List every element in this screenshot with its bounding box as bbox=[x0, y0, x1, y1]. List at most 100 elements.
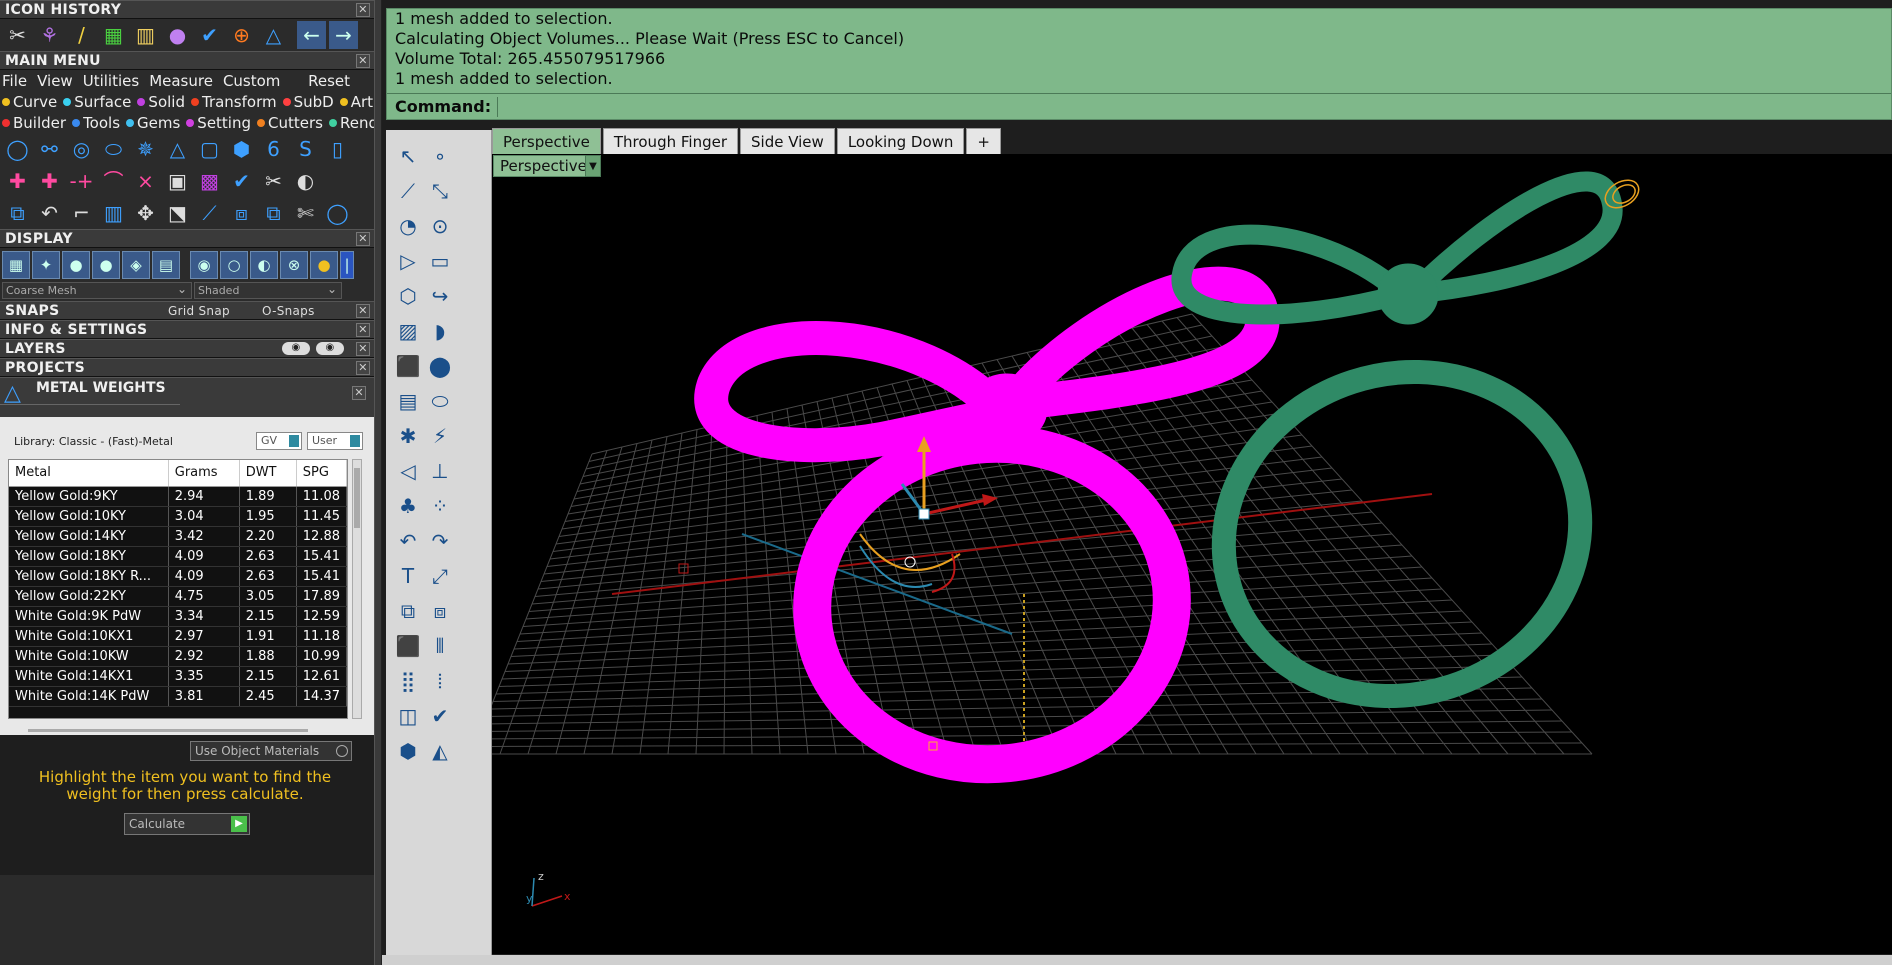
cat-render[interactable]: Render bbox=[328, 114, 374, 132]
osnaps-toggle[interactable]: O-Snaps bbox=[244, 304, 315, 318]
triangle-icon[interactable]: ▷ bbox=[394, 247, 422, 275]
table-row[interactable]: White Gold:10KX1 2.97 1.91 11.18 bbox=[9, 626, 347, 647]
array-icon[interactable]: ⧉ bbox=[394, 597, 422, 625]
close-icon[interactable]: ✕ bbox=[356, 54, 370, 68]
box-icon[interactable]: ▣ bbox=[163, 167, 192, 195]
plane-icon[interactable]: ⬭ bbox=[426, 387, 454, 415]
target-icon[interactable]: ⊕ bbox=[227, 21, 256, 49]
user-toggle[interactable]: User bbox=[307, 432, 363, 450]
table-row[interactable]: White Gold:9K PdW 3.34 2.15 12.59 bbox=[9, 606, 347, 627]
shaded-sphere-icon[interactable]: ● bbox=[62, 251, 90, 279]
table-scrollbar[interactable] bbox=[352, 459, 362, 719]
pattern-icon[interactable]: ⧈ bbox=[426, 597, 454, 625]
array-alt-icon[interactable]: ⧉ bbox=[259, 199, 288, 227]
calculate-button[interactable]: Calculate ▶ bbox=[124, 813, 250, 835]
reset-button[interactable]: Reset bbox=[308, 72, 350, 90]
arc-icon[interactable]: ⌒ bbox=[99, 167, 128, 195]
render-icon[interactable]: ◭ bbox=[426, 737, 454, 765]
select-arrow-icon[interactable]: ↖ bbox=[394, 142, 422, 170]
gem-icon[interactable]: ⬢ bbox=[394, 737, 422, 765]
user-checkbox[interactable] bbox=[350, 435, 360, 447]
points-icon[interactable]: ⁘ bbox=[426, 492, 454, 520]
arc-icon[interactable]: ◔ bbox=[394, 212, 422, 240]
menu-utilities[interactable]: Utilities bbox=[83, 72, 139, 90]
menu-custom[interactable]: Custom bbox=[223, 72, 280, 90]
tab-through-finger[interactable]: Through Finger bbox=[602, 128, 738, 154]
cat-solid[interactable]: Solid bbox=[137, 93, 185, 111]
dots-icon[interactable]: ⦙ bbox=[426, 667, 454, 695]
control-curve-icon[interactable]: ⤡ bbox=[426, 177, 454, 205]
menu-view[interactable]: View bbox=[37, 72, 73, 90]
panel-splitter[interactable] bbox=[374, 0, 382, 965]
explode-icon[interactable]: ✱ bbox=[394, 422, 422, 450]
curve-right-icon[interactable]: ↷ bbox=[426, 527, 454, 555]
curve-left-icon[interactable]: ↶ bbox=[394, 527, 422, 555]
s-curve-icon[interactable]: S bbox=[291, 135, 320, 163]
cat-curve[interactable]: Curve bbox=[2, 93, 57, 111]
tools-icon[interactable]: ✂ bbox=[259, 167, 288, 195]
camera-icon[interactable]: ◉ bbox=[190, 251, 218, 279]
close-icon[interactable]: ✕ bbox=[356, 342, 370, 356]
boolean-icon[interactable]: ♣ bbox=[394, 492, 422, 520]
display-header[interactable]: DISPLAY ✕ bbox=[0, 229, 374, 248]
rendered-sphere-icon[interactable]: ● bbox=[92, 251, 120, 279]
ghost-icon[interactable]: ✦ bbox=[32, 251, 60, 279]
pencil-icon[interactable]: / bbox=[67, 21, 96, 49]
shield-icon[interactable]: ⬢ bbox=[227, 135, 256, 163]
grid-toggle-icon[interactable]: ▤ bbox=[152, 251, 180, 279]
array-icon[interactable]: ⧈ bbox=[227, 199, 256, 227]
band-icon[interactable]: ⬭ bbox=[99, 135, 128, 163]
text-icon[interactable]: T bbox=[394, 562, 422, 590]
viewport-label[interactable]: Perspective bbox=[493, 155, 594, 177]
scissors-icon[interactable]: ✄ bbox=[291, 199, 320, 227]
red-control-point[interactable] bbox=[678, 563, 689, 574]
col-grams[interactable]: Grams bbox=[168, 460, 240, 487]
mesh-combo[interactable]: Coarse Mesh bbox=[2, 282, 192, 299]
cat-art[interactable]: Art bbox=[339, 93, 373, 111]
measure-icon[interactable]: ✂ bbox=[3, 21, 32, 49]
eye-icon[interactable]: ◉ bbox=[316, 342, 344, 355]
cone-icon[interactable]: △ bbox=[163, 135, 192, 163]
cat-tools[interactable]: Tools bbox=[72, 114, 120, 132]
mirror-icon[interactable]: ◁ bbox=[394, 457, 422, 485]
wire-sphere-icon[interactable]: ⊗ bbox=[280, 251, 308, 279]
use-object-materials-checkbox[interactable]: Use Object Materials bbox=[190, 741, 352, 761]
close-icon[interactable]: ✕ bbox=[356, 3, 370, 17]
close-icon[interactable]: ✕ bbox=[352, 386, 366, 400]
command-input[interactable] bbox=[497, 96, 1891, 117]
table-row[interactable]: White Gold:14K PdW 3.81 2.45 14.37 bbox=[9, 686, 347, 707]
scale-icon[interactable]: ⬔ bbox=[163, 199, 192, 227]
box-icon[interactable]: ⬛ bbox=[394, 352, 422, 380]
info-header[interactable]: INFO & SETTINGS ✕ bbox=[0, 320, 374, 339]
gold-sphere-icon[interactable]: ● bbox=[310, 251, 338, 279]
horizontal-scrollbar[interactable] bbox=[28, 729, 308, 732]
visibility-icon[interactable]: ◉ bbox=[282, 342, 310, 355]
tab-side-view[interactable]: Side View bbox=[740, 128, 835, 154]
spread-icon[interactable]: ⟋ bbox=[195, 199, 224, 227]
cat-setting[interactable]: Setting bbox=[186, 114, 251, 132]
check-icon[interactable]: ✔ bbox=[195, 21, 224, 49]
gumball-center[interactable] bbox=[918, 508, 930, 520]
xray-icon[interactable]: ◈ bbox=[122, 251, 150, 279]
add-tab-button[interactable]: + bbox=[966, 128, 1001, 154]
projects-header[interactable]: PROJECTS ✕ bbox=[0, 358, 374, 377]
table-row[interactable]: Yellow Gold:22KY 4.75 3.05 17.89 bbox=[9, 586, 347, 607]
cat-subd[interactable]: SubD bbox=[282, 93, 334, 111]
cylinder-icon[interactable]: ▤ bbox=[394, 387, 422, 415]
panel-icon[interactable]: ▯ bbox=[323, 135, 352, 163]
cross-alt-icon[interactable]: ✚ bbox=[35, 167, 64, 195]
perspective-viewport[interactable]: x y z bbox=[492, 154, 1892, 954]
arrow-left-icon[interactable]: ← bbox=[297, 21, 326, 49]
curve-icon[interactable]: ↶ bbox=[35, 199, 64, 227]
panel-icon[interactable]: ◫ bbox=[394, 702, 422, 730]
ring-icon[interactable]: ◎ bbox=[67, 135, 96, 163]
arrow-right-icon[interactable]: → bbox=[329, 21, 358, 49]
cat-cutters[interactable]: Cutters bbox=[257, 114, 323, 132]
fillet-icon[interactable]: ↪ bbox=[426, 282, 454, 310]
snaps-header[interactable]: SNAPS Grid Snap O-Snaps ✕ bbox=[0, 301, 374, 320]
layers-header[interactable]: LAYERS ◉ ◉ ✕ bbox=[0, 339, 374, 358]
cat-builder[interactable]: Builder bbox=[2, 114, 66, 132]
surface-icon[interactable]: ▨ bbox=[394, 317, 422, 345]
grid-snap-toggle[interactable]: Grid Snap bbox=[168, 304, 230, 318]
tab-perspective[interactable]: Perspective bbox=[492, 128, 601, 154]
